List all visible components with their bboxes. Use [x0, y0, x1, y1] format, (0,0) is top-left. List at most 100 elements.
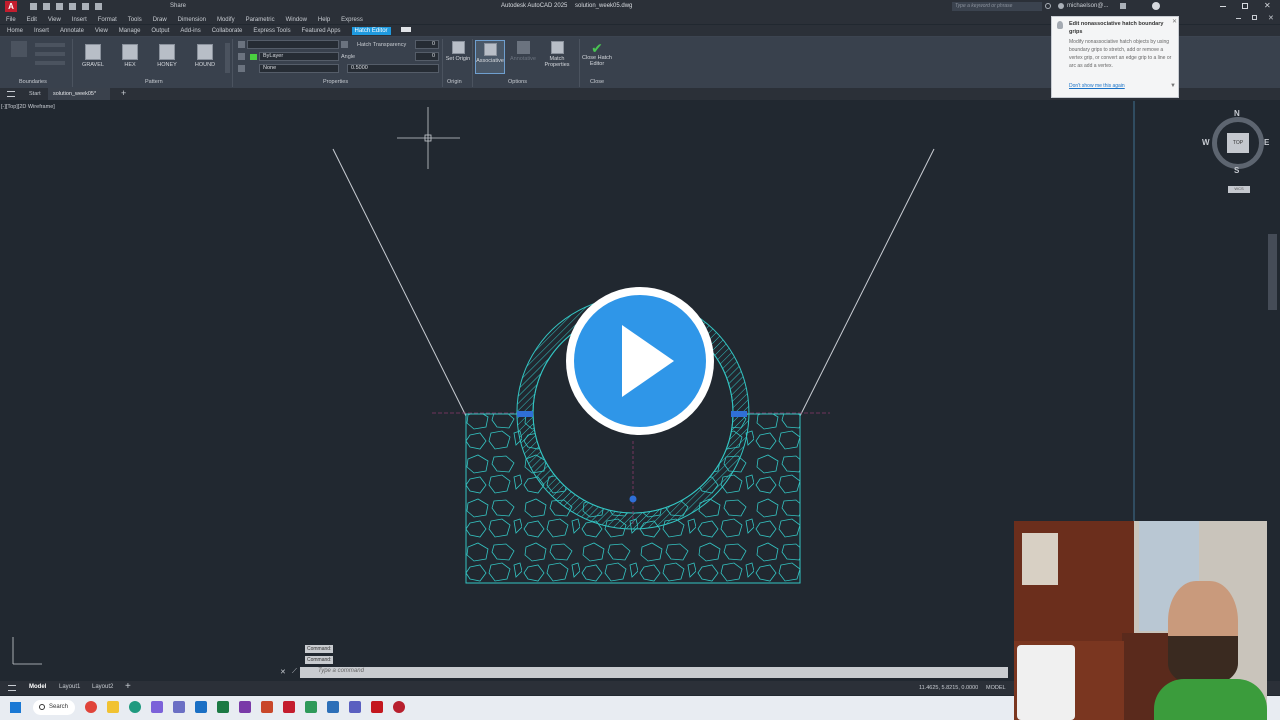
file-explorer-icon[interactable]: [107, 701, 119, 713]
tab-featured-apps[interactable]: Featured Apps: [302, 28, 341, 34]
new-tab-icon[interactable]: +: [121, 89, 126, 98]
menu-window[interactable]: Window: [286, 17, 307, 23]
search-icon[interactable]: [1045, 3, 1051, 9]
window-restore-icon[interactable]: [1252, 15, 1257, 20]
acrobat-icon[interactable]: [371, 701, 383, 713]
close-icon[interactable]: ✕: [1264, 2, 1272, 10]
app-red-icon[interactable]: [393, 701, 405, 713]
menu-tools[interactable]: Tools: [128, 17, 142, 23]
menu-dimension[interactable]: Dimension: [178, 17, 206, 23]
menu-view[interactable]: View: [48, 17, 61, 23]
app-purple-icon[interactable]: [349, 701, 361, 713]
menu-modify[interactable]: Modify: [217, 17, 235, 23]
powerpoint-icon[interactable]: [261, 701, 273, 713]
menu-parametric[interactable]: Parametric: [246, 17, 275, 23]
user-icon[interactable]: [1058, 3, 1064, 9]
tooltip-expand-icon[interactable]: ▼: [1170, 83, 1176, 89]
viewcube[interactable]: TOP N S E W: [1202, 109, 1269, 175]
properties-panel-title[interactable]: Properties: [323, 79, 348, 85]
layout1-tab[interactable]: Layout1: [59, 684, 80, 690]
origin-panel-title[interactable]: Origin: [447, 79, 462, 85]
compass-west[interactable]: W: [1202, 138, 1210, 147]
boundaries-panel-title[interactable]: Boundaries: [19, 79, 47, 85]
compass-north[interactable]: N: [1234, 109, 1240, 118]
associative-button[interactable]: Associative: [475, 40, 505, 74]
wcs-menu[interactable]: WCS: [1228, 186, 1250, 193]
new-layout-icon[interactable]: +: [125, 681, 131, 693]
command-prompt-icon[interactable]: ⟋: [292, 668, 297, 676]
autocad-taskbar-icon[interactable]: [283, 701, 295, 713]
app-blue-icon[interactable]: [327, 701, 339, 713]
maximize-icon[interactable]: [1242, 3, 1248, 9]
minimize-icon[interactable]: [1220, 6, 1226, 7]
model-space-button[interactable]: MODEL: [986, 685, 1006, 691]
file-tab[interactable]: solution_week05*: [48, 88, 110, 100]
tab-add-ins[interactable]: Add-ins: [180, 28, 200, 34]
close-hatch-editor-button[interactable]: ✔ Close Hatch Editor: [578, 41, 616, 67]
tab-view[interactable]: View: [95, 28, 108, 34]
layout-menu-icon[interactable]: [8, 685, 16, 691]
recreate-boundary-icon[interactable]: [35, 61, 65, 65]
menu-express[interactable]: Express: [341, 17, 363, 23]
ribbon-toggle-icon[interactable]: [401, 27, 412, 32]
cart-icon[interactable]: [1120, 3, 1126, 9]
menu-file[interactable]: File: [6, 17, 16, 23]
app-menu-icon[interactable]: [7, 91, 15, 97]
tab-output[interactable]: Output: [151, 28, 169, 34]
tab-insert[interactable]: Insert: [34, 28, 49, 34]
set-origin-button[interactable]: Set Origin: [445, 41, 471, 62]
select-boundary-icon[interactable]: [35, 43, 65, 47]
tab-home[interactable]: Home: [7, 28, 23, 34]
options-panel-title[interactable]: Options: [508, 79, 527, 85]
compass-east[interactable]: E: [1264, 138, 1269, 147]
undo-icon[interactable]: [81, 3, 89, 10]
window-close-icon[interactable]: ✕: [1268, 14, 1274, 22]
tab-manage[interactable]: Manage: [119, 28, 141, 34]
menu-edit[interactable]: Edit: [27, 17, 37, 23]
tooltip-dismiss-link[interactable]: Don't show me this again: [1069, 83, 1125, 89]
layout2-tab[interactable]: Layout2: [92, 684, 113, 690]
command-input[interactable]: Type a command: [318, 668, 364, 674]
open-icon[interactable]: [30, 3, 37, 10]
help-icon[interactable]: [1152, 2, 1160, 10]
background-color-select[interactable]: None: [259, 64, 339, 73]
tab-express-tools[interactable]: Express Tools: [253, 28, 290, 34]
taskbar-search[interactable]: Search: [33, 700, 75, 715]
outlook-icon[interactable]: [195, 701, 207, 713]
hatch-type-select[interactable]: [247, 40, 339, 49]
tab-annotate[interactable]: Annotate: [60, 28, 84, 34]
model-tab[interactable]: Model: [29, 684, 46, 690]
windows-start-icon[interactable]: [10, 702, 21, 713]
pattern-hound[interactable]: HOUND: [190, 44, 220, 68]
menu-draw[interactable]: Draw: [153, 17, 167, 23]
pattern-gravel[interactable]: GRAVEL: [78, 44, 108, 68]
viewcube-face[interactable]: TOP: [1227, 133, 1249, 153]
command-close-icon[interactable]: ✕: [280, 668, 286, 676]
tab-collaborate[interactable]: Collaborate: [212, 28, 243, 34]
snipping-tool-icon[interactable]: [151, 701, 163, 713]
pick-points-icon[interactable]: [11, 41, 27, 57]
coordinates-readout[interactable]: 11.4625, 5.8215, 0.0000: [919, 685, 978, 691]
remove-boundary-icon[interactable]: [35, 52, 65, 56]
share-button[interactable]: Share: [170, 3, 186, 9]
compass-south[interactable]: S: [1234, 166, 1239, 175]
chrome-icon[interactable]: [85, 701, 97, 713]
transparency-field[interactable]: 0: [415, 40, 439, 49]
angle-field[interactable]: 0: [415, 52, 439, 61]
user-name[interactable]: michaelson@...: [1067, 3, 1108, 9]
app-green-icon[interactable]: [305, 701, 317, 713]
pattern-hex[interactable]: HEX: [115, 44, 145, 68]
saveas-icon[interactable]: [55, 3, 63, 10]
teams-icon[interactable]: [173, 701, 185, 713]
pattern-scroll-icon[interactable]: [225, 43, 230, 73]
pattern-honey[interactable]: HONEY: [152, 44, 182, 68]
menu-help[interactable]: Help: [318, 17, 330, 23]
excel-icon[interactable]: [217, 701, 229, 713]
video-play-button[interactable]: [566, 287, 714, 435]
tab-hatch-editor[interactable]: Hatch Editor: [351, 27, 391, 35]
edge-icon[interactable]: [129, 701, 141, 713]
scale-field[interactable]: 0.5000: [347, 64, 439, 73]
menu-format[interactable]: Format: [98, 17, 117, 23]
search-input[interactable]: Type a keyword or phrase: [952, 2, 1042, 11]
app-logo[interactable]: A: [5, 1, 17, 12]
